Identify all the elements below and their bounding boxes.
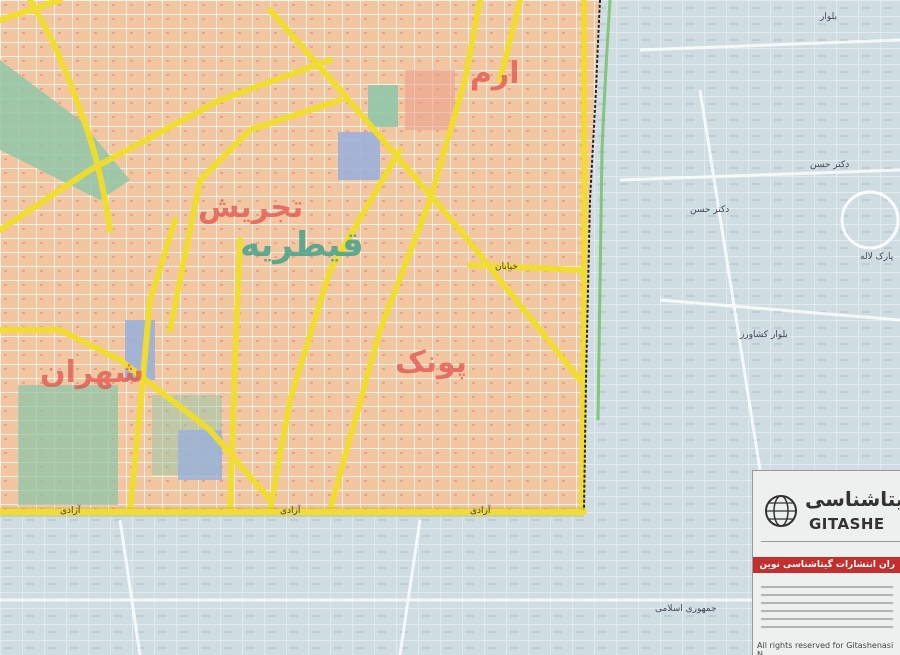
street-label: دکتر حسن	[690, 205, 730, 215]
park-south	[18, 385, 118, 505]
street-label: بلوار	[820, 12, 837, 22]
copyright-line: All rights reserved for Gitashenasi N	[757, 641, 894, 655]
brand-arabic: گیتاشناسی	[805, 487, 900, 511]
district-label: شهران	[40, 355, 144, 390]
street-label: خیابان	[495, 262, 518, 272]
park-central	[368, 85, 398, 127]
district-label: قیطریه	[240, 225, 364, 265]
legend-text-lines	[761, 586, 893, 628]
street-label: آزادی	[470, 506, 491, 516]
rights-notice: ران انتشارات گیتاشناسی نوین محفوظ است	[753, 557, 900, 573]
street-label: بلوار کشاورز	[740, 330, 788, 340]
map-canvas[interactable]: ارم تجریش قیطریه پونک شهران آزادی آزادی …	[0, 0, 900, 655]
brand-english: GITASHE	[809, 515, 885, 533]
water-block-1	[338, 132, 380, 180]
globe-icon	[765, 495, 797, 527]
street-label: آزادی	[60, 506, 81, 516]
street-label: دکتر حسن	[810, 160, 850, 170]
publisher-legend: گیتاشناسی GITASHE ران انتشارات گیتاشناسی…	[752, 470, 900, 655]
street-label: جمهوری اسلامی	[655, 604, 717, 614]
district-label: تجریش	[198, 190, 304, 225]
red-district-block	[405, 70, 455, 130]
street-label: پارک لاله	[860, 252, 894, 262]
district-label: پونک	[395, 345, 468, 380]
street-label: آزادی	[280, 506, 301, 516]
logo-row: گیتاشناسی GITASHE	[761, 479, 900, 542]
district-label: ارم	[470, 56, 520, 91]
